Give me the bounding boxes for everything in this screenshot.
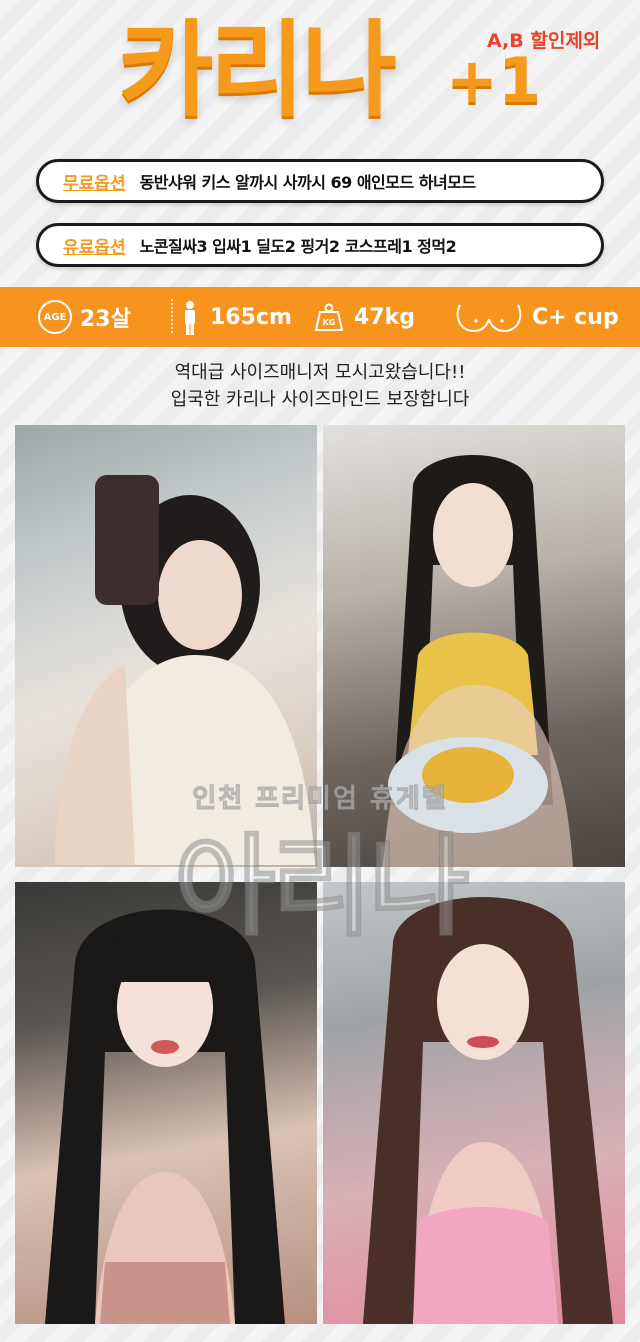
stat-cup: C+ cup	[454, 287, 619, 347]
height-value: 165cm	[210, 304, 292, 330]
height-icon	[171, 299, 195, 335]
paid-options-text: 노콘질싸3 입싸1 딜도2 핑거2 코스프레1 정먹2	[139, 237, 457, 256]
age-value: 23살	[80, 307, 131, 332]
cup-value: C+ cup	[532, 304, 619, 330]
weight-icon: KG	[314, 303, 344, 331]
paid-options-tag: 유료옵션	[63, 237, 126, 258]
stat-height: 165cm	[168, 287, 292, 347]
stats-bar: AGE 23살 165cm KG 47kg C+ cup	[0, 287, 640, 347]
free-options-text: 동반샤워 키스 알까시 사까시 69 애인모드 하녀모드	[139, 173, 477, 192]
title-plus-one: +1	[446, 44, 542, 117]
watermark-logo: 아리나	[173, 823, 471, 951]
weight-icon-label: KG	[323, 318, 336, 327]
stat-age: AGE 23살	[38, 287, 131, 347]
free-options-pill: 무료옵션 동반샤워 키스 알까시 사까시 69 애인모드 하녀모드	[36, 159, 604, 203]
page-title: 카리나	[118, 9, 397, 131]
age-icon: AGE	[38, 300, 72, 334]
weight-value: 47kg	[354, 304, 415, 330]
paid-options-pill: 유료옵션 노콘질싸3 입싸1 딜도2 핑거2 코스프레1 정먹2	[36, 223, 604, 267]
intro-line-1: 역대급 사이즈매니저 모시고왔습니다!!	[174, 362, 466, 383]
free-options-tag: 무료옵션	[63, 173, 126, 194]
bust-icon	[456, 304, 522, 333]
discount-note: A,B 할인제외	[487, 30, 601, 52]
stat-weight: KG 47kg	[314, 287, 415, 347]
watermark-subtitle: 인천 프리미엄 휴게텔	[192, 784, 448, 815]
age-icon-label: AGE	[43, 311, 67, 323]
intro-line-2: 입국한 카리나 사이즈마인드 보장합니다	[170, 389, 470, 410]
